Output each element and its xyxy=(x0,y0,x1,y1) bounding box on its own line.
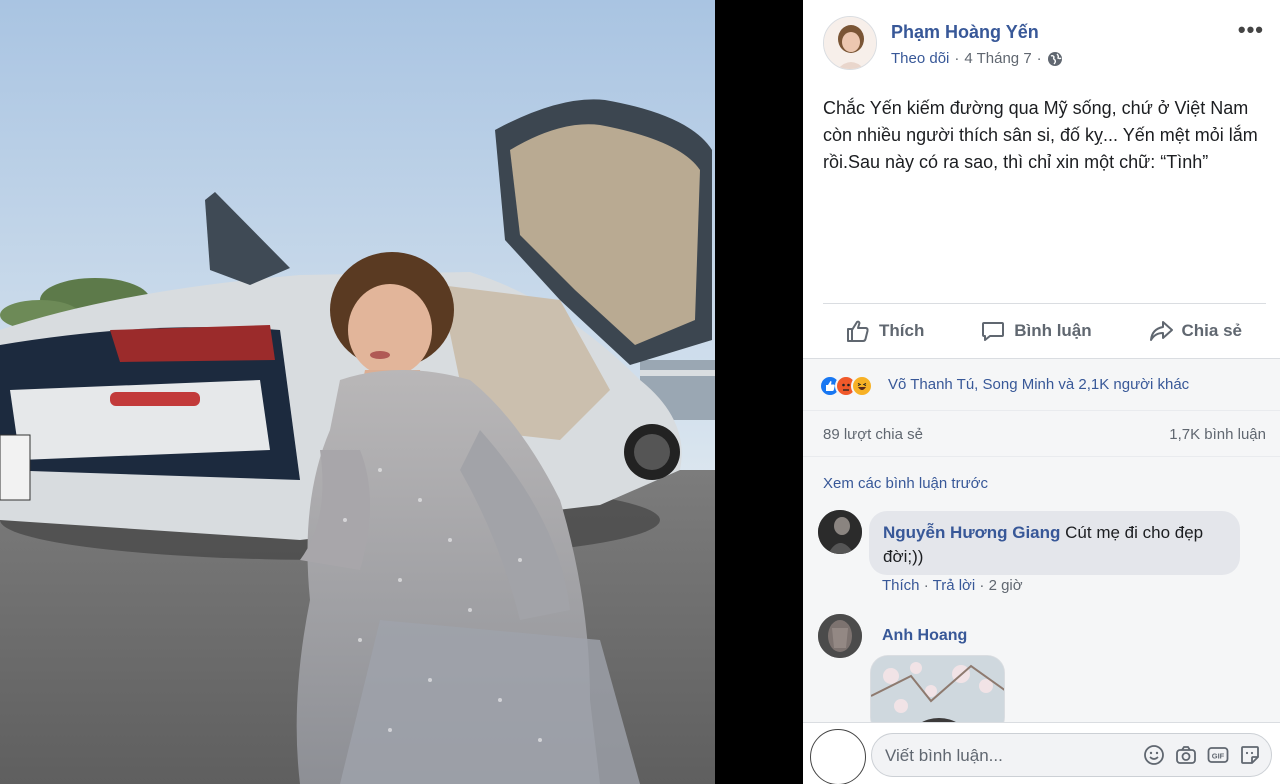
comment-icon xyxy=(982,322,1005,341)
comment-like-link[interactable]: Thích xyxy=(882,577,920,594)
commenter-avatar[interactable] xyxy=(818,510,862,554)
share-button[interactable]: Chia sẻ xyxy=(1148,318,1242,344)
comment-reply-link[interactable]: Trả lời xyxy=(933,577,976,594)
avatar-illustration xyxy=(824,17,876,69)
viewer-gap xyxy=(715,0,803,784)
comment-bubble: Nguyễn Hương Giang Cút mẹ đi cho đẹp đời… xyxy=(869,511,1240,575)
reactions-bar: Võ Thanh Tú, Song Minh và 2,1K người khá… xyxy=(803,358,1280,410)
comment-input-placeholder: Viết bình luận... xyxy=(885,746,1003,765)
svg-text:GIF: GIF xyxy=(1212,752,1225,761)
post-panel: Phạm Hoàng Yến Theo dõi · 4 Tháng 7 · ••… xyxy=(803,0,1280,784)
follow-link[interactable]: Theo dõi xyxy=(891,50,949,67)
globe-icon[interactable] xyxy=(1047,51,1063,67)
comment-count[interactable]: 1,7K bình luận xyxy=(1169,426,1266,443)
avatar-illustration xyxy=(818,614,862,658)
comment-time[interactable]: 2 giờ xyxy=(989,577,1023,594)
commenter-name[interactable]: Nguyễn Hương Giang xyxy=(883,523,1060,542)
gif-icon[interactable]: GIF xyxy=(1207,744,1229,766)
commenter-avatar[interactable] xyxy=(818,614,862,658)
commenter-name[interactable]: Anh Hoang xyxy=(882,627,967,645)
like-button[interactable]: Thích xyxy=(845,318,924,344)
author-name[interactable]: Phạm Hoàng Yến xyxy=(891,22,1039,43)
share-count[interactable]: 89 lượt chia sẻ xyxy=(823,426,923,443)
current-user-avatar xyxy=(810,729,866,784)
like-label: Thích xyxy=(879,321,925,340)
post-meta: Theo dõi · 4 Tháng 7 · xyxy=(891,50,1063,67)
comment-input[interactable]: Viết bình luận... GIF xyxy=(871,733,1272,777)
haha-reaction-icon xyxy=(851,375,873,397)
view-previous-comments[interactable]: Xem các bình luận trước xyxy=(823,475,988,492)
post-header: Phạm Hoàng Yến Theo dõi · 4 Tháng 7 · ••… xyxy=(823,16,1264,76)
post-actions: Thích Bình luận Chia sẻ xyxy=(823,304,1266,358)
more-options-button[interactable]: ••• xyxy=(1238,19,1264,41)
post-text: Chắc Yến kiếm đường qua Mỹ sống, chứ ở V… xyxy=(823,98,1258,172)
emoji-icon[interactable] xyxy=(1143,744,1165,766)
meta-separator: · xyxy=(954,50,960,67)
comment-button[interactable]: Bình luận xyxy=(980,318,1092,344)
composer-icons: GIF xyxy=(1143,744,1261,766)
share-label: Chia sẻ xyxy=(1181,321,1242,340)
sticker-icon[interactable] xyxy=(1239,744,1261,766)
author-avatar[interactable] xyxy=(823,16,877,70)
photo-viewer: Phạm Hoàng Yến Theo dõi · 4 Tháng 7 · ••… xyxy=(0,0,1280,784)
reactors-summary[interactable]: Võ Thanh Tú, Song Minh và 2,1K người khá… xyxy=(888,376,1189,393)
avatar-illustration xyxy=(818,510,862,554)
comment-label: Bình luận xyxy=(1014,321,1092,340)
post-counts: 89 lượt chia sẻ 1,7K bình luận xyxy=(803,410,1280,456)
camera-icon[interactable] xyxy=(1175,744,1197,766)
comment-composer: Viết bình luận... GIF xyxy=(803,722,1280,784)
share-icon xyxy=(1149,321,1173,341)
post-photo[interactable] xyxy=(0,0,715,784)
comment-meta: Thích · Trả lời · 2 giờ xyxy=(882,577,1023,594)
post-date[interactable]: 4 Tháng 7 xyxy=(964,50,1031,67)
meta-separator-2: · xyxy=(1036,50,1042,67)
reaction-icons[interactable] xyxy=(819,375,873,397)
thumbs-up-icon xyxy=(847,320,869,342)
photo-illustration xyxy=(0,0,715,784)
